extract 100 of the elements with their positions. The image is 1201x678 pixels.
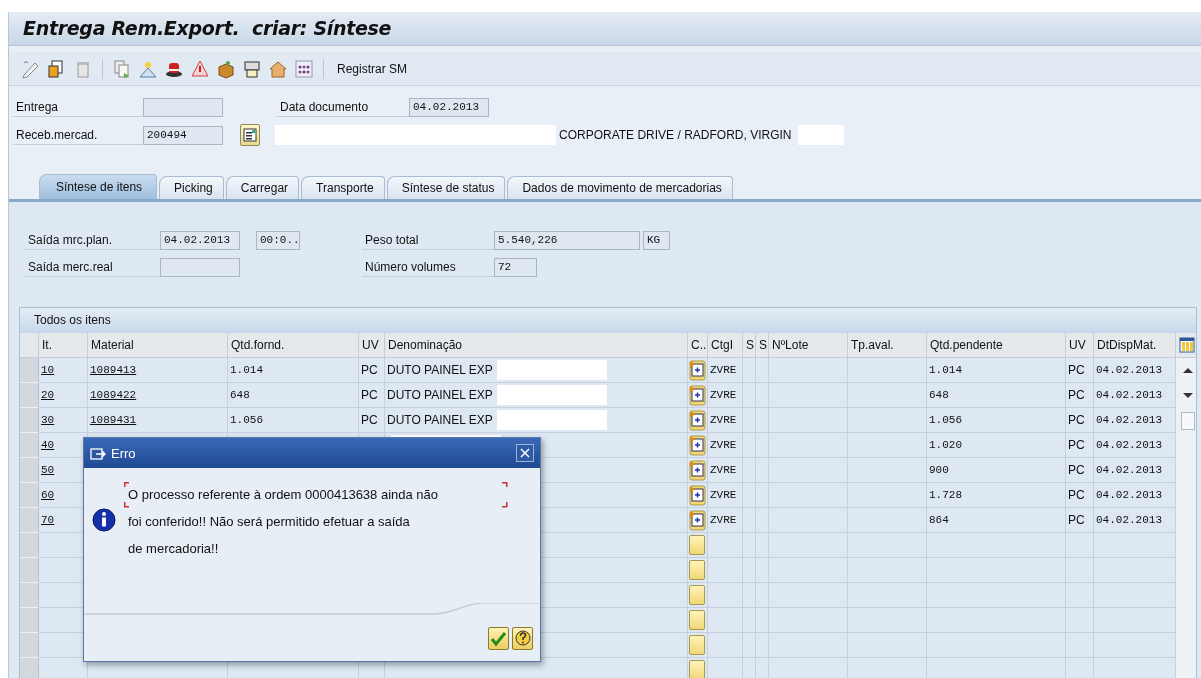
tab[interactable]: Síntese de status: [386, 176, 506, 199]
item-link[interactable]: 50: [41, 464, 55, 476]
grid-icon[interactable]: [294, 58, 314, 79]
confirm-button[interactable]: [488, 626, 509, 650]
table-cell: 1.728: [927, 483, 1066, 508]
pencil-icon[interactable]: [21, 58, 41, 79]
table-cell: [743, 383, 756, 408]
tab[interactable]: Transporte: [301, 176, 385, 199]
table-cell: [743, 608, 756, 633]
table-cell: [743, 408, 756, 433]
table-cell: PC: [359, 358, 385, 383]
table-cell: [743, 483, 756, 508]
table-cell: [756, 508, 769, 533]
material-link[interactable]: 1089413: [90, 364, 137, 376]
table-cell: [756, 608, 769, 633]
document-date-field[interactable]: 04.02.2013: [409, 98, 489, 118]
column-header[interactable]: Tp.aval.: [848, 333, 927, 358]
material-link[interactable]: 1089431: [90, 414, 137, 426]
table-cell: ZVRE: [708, 483, 743, 508]
row-selector[interactable]: [20, 533, 39, 558]
table-cell: [1066, 608, 1094, 633]
column-settings-icon[interactable]: [1179, 337, 1195, 353]
row-selector[interactable]: [20, 458, 39, 483]
weight-field[interactable]: 5.540,226: [494, 231, 640, 250]
item-link[interactable]: 40: [41, 439, 55, 451]
ship-to-field[interactable]: 200494: [143, 125, 223, 145]
item-link[interactable]: 20: [41, 389, 55, 401]
printer-icon[interactable]: [242, 58, 262, 79]
item-link[interactable]: 10: [41, 364, 55, 376]
table-title: Todos os itens: [20, 308, 1196, 333]
material-link[interactable]: 1089422: [90, 389, 137, 401]
table-cell: ZVRE: [708, 358, 743, 383]
table-cell: 864: [927, 508, 1066, 533]
row-selector[interactable]: [20, 383, 39, 408]
box-icon[interactable]: [216, 58, 236, 79]
packages-field[interactable]: 72: [494, 258, 537, 277]
item-link[interactable]: 30: [41, 414, 55, 426]
column-header[interactable]: UV: [359, 333, 385, 358]
column-header[interactable]: It.: [39, 333, 88, 358]
table-cell: [756, 458, 769, 483]
column-header[interactable]: S: [743, 333, 756, 358]
unit-field[interactable]: KG: [643, 231, 670, 250]
table-cell: 1.014: [927, 358, 1066, 383]
dialog-title: Erro: [111, 445, 136, 461]
date-field[interactable]: [160, 258, 240, 277]
time-field[interactable]: 00:0..: [256, 231, 300, 250]
scroll-down-icon[interactable]: [1181, 391, 1194, 400]
row-selector[interactable]: [20, 633, 39, 658]
table-cell: [756, 558, 769, 583]
tab[interactable]: Picking: [159, 176, 224, 199]
column-header[interactable]: UV: [1066, 333, 1094, 358]
tab[interactable]: Dados de movimento de mercadorias: [507, 176, 733, 199]
table-cell: [756, 358, 769, 383]
tab[interactable]: Carregar: [225, 176, 300, 199]
table-cell: [743, 458, 756, 483]
column-header[interactable]: NºLote: [769, 333, 848, 358]
column-header[interactable]: DtDispMat.: [1094, 333, 1176, 358]
tab[interactable]: Síntese de itens: [39, 174, 158, 199]
column-header[interactable]: Material: [88, 333, 228, 358]
item-link[interactable]: 60: [41, 489, 55, 501]
table-cell: ZVRE: [708, 383, 743, 408]
table-cell: 648: [228, 383, 359, 408]
documents-icon[interactable]: [112, 58, 132, 79]
details-button[interactable]: [240, 124, 260, 147]
description-text: DUTO PAINEL EXP: [387, 388, 493, 402]
table-cell: PC: [1066, 458, 1094, 483]
table-cell: PC: [1066, 508, 1094, 533]
row-selector[interactable]: [20, 508, 39, 533]
date-field[interactable]: 04.02.2013: [160, 231, 240, 250]
column-header[interactable]: Qtd.pendente: [927, 333, 1066, 358]
select-all-button[interactable]: [20, 333, 39, 358]
item-link[interactable]: 70: [41, 514, 55, 526]
close-button[interactable]: [516, 444, 534, 462]
column-header[interactable]: Denominação: [385, 333, 688, 358]
row-selector[interactable]: [20, 608, 39, 633]
table-cell: [743, 433, 756, 458]
row-selector[interactable]: [20, 483, 39, 508]
register-button[interactable]: Registrar SM: [333, 59, 411, 78]
table-cell: [743, 533, 756, 558]
row-selector[interactable]: [20, 433, 39, 458]
column-header[interactable]: S: [756, 333, 769, 358]
table-cell: ZVRE: [708, 408, 743, 433]
row-selector[interactable]: [20, 583, 39, 608]
column-header[interactable]: C..: [688, 333, 708, 358]
column-header[interactable]: Qtd.fornd.: [228, 333, 359, 358]
row-selector[interactable]: [20, 658, 39, 678]
table-cell: 1.056: [228, 408, 359, 433]
help-button[interactable]: [512, 626, 533, 650]
delivery-field[interactable]: [143, 98, 223, 118]
row-selector[interactable]: [20, 408, 39, 433]
warning-icon[interactable]: [190, 58, 210, 79]
table-cell: [743, 583, 756, 608]
column-header[interactable]: CtgI: [708, 333, 743, 358]
row-selector[interactable]: [20, 558, 39, 583]
table-cell: [756, 383, 769, 408]
table-cell: ZVRE: [708, 508, 743, 533]
table-cell: [1066, 583, 1094, 608]
row-selector[interactable]: [20, 358, 39, 383]
scroll-up-icon[interactable]: [1181, 366, 1194, 375]
table-cell: 1.056: [927, 408, 1066, 433]
